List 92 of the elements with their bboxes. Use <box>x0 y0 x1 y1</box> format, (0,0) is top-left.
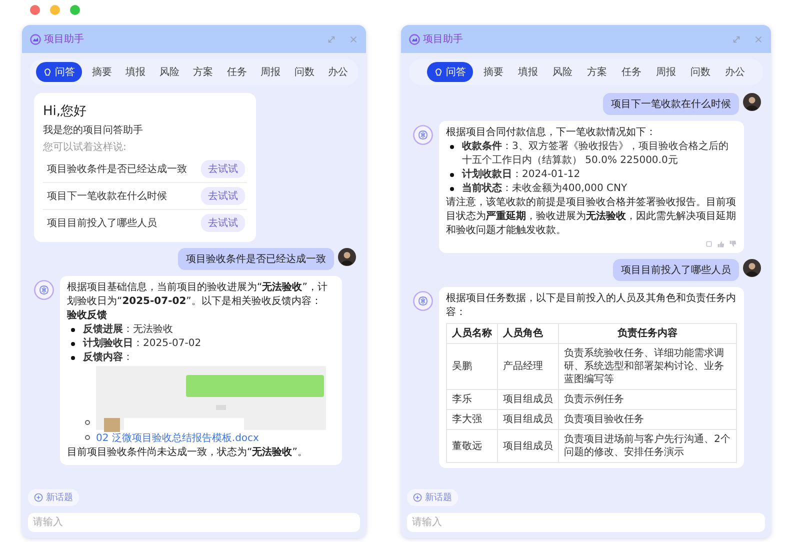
list-item: 收款条件：3、双方签署《验收报告》，项目验收合格之后的十五个工作日内（结算款） 50.0% 225000.0元 <box>462 140 730 168</box>
bullet-dot <box>450 187 454 191</box>
table-header-cell: 人员角色 <box>498 324 558 344</box>
assistant-avatar-icon <box>413 125 433 145</box>
tab[interactable]: 办公 <box>324 62 352 82</box>
tab[interactable]: 方案 <box>583 62 611 82</box>
bullet-dot <box>71 328 75 332</box>
table-header-cell: 人员名称 <box>446 324 498 344</box>
tab[interactable]: 任务 <box>618 62 646 82</box>
logo-icon <box>409 34 420 44</box>
window-zoom-button[interactable] <box>70 5 80 15</box>
greeting-text: Hi,您好 <box>43 103 88 120</box>
try-button[interactable]: 去试试 <box>201 187 245 205</box>
table-cell: 负责项目进场前与客户先行沟通、2个问题的修改、安排任务演示 <box>558 430 736 462</box>
suggestion-text: 项目目前投入了哪些人员 <box>47 216 157 230</box>
suggestion-text: 项目验收条件是否已经达成一致 <box>47 162 187 176</box>
plus-icon <box>413 493 422 502</box>
bullet-dot <box>85 435 90 440</box>
answer-text: 根据项目合同付款信息，下一笔收款情况如下： <box>446 126 657 140</box>
close-icon[interactable] <box>349 34 358 44</box>
expand-icon[interactable] <box>327 34 336 44</box>
window-close-button[interactable] <box>30 5 40 15</box>
table-cell: 吴鹏 <box>446 344 498 390</box>
hint-text: 您可以试着这样说: <box>43 140 128 154</box>
window-title: 项目助手 <box>44 32 84 46</box>
answer-text: 请注意，该笔收款的前提是项目验收合格并签署验收报告。目前项目状态为严重延期，验收进展为无法验收，因此需先解决项目延期和验收问题才能触发收款。 <box>446 196 737 238</box>
attachment-link[interactable]: 02 泛微项目验收总结报告模板.docx <box>96 431 259 445</box>
expand-icon[interactable] <box>732 34 741 44</box>
tab[interactable]: 风险 <box>548 62 576 82</box>
bullet-dot <box>450 145 454 149</box>
avatar-icon <box>743 259 761 277</box>
tab[interactable]: 摘要 <box>88 62 116 82</box>
window-minimize-button[interactable] <box>50 5 60 15</box>
table-cell: 项目组成员 <box>498 390 558 410</box>
tab[interactable]: 问数 <box>290 62 318 82</box>
avatar-icon <box>743 93 761 111</box>
table-cell: 李大强 <box>446 410 498 430</box>
table-cell: 负责系统验收任务、详细功能需求调研、系统选型和部署架构讨论、业务蓝图编写等 <box>558 344 736 390</box>
table-cell: 项目组成员 <box>498 410 558 430</box>
table-cell: 董敬远 <box>446 430 498 462</box>
avatar-icon <box>338 248 356 266</box>
tab[interactable]: 摘要 <box>480 62 508 82</box>
list-item: 反馈进展：无法验收 <box>83 323 173 337</box>
user-message: 项目目前投入了哪些人员 <box>613 259 739 281</box>
tab[interactable]: 问答 <box>36 62 82 82</box>
table-cell: 负责示例任务 <box>558 390 736 410</box>
answer-text: 根据项目任务数据，以下是目前投入的人员及其角色和负责任务内容： <box>446 292 737 320</box>
bullet-dot <box>85 420 90 425</box>
tab[interactable]: 填报 <box>122 62 150 82</box>
list-item: 计划验收日：2025-07-02 <box>83 337 202 351</box>
list-item: 反馈内容： <box>83 351 133 365</box>
logo-icon <box>30 34 41 44</box>
answer-text: 目前项目验收条件尚未达成一致，状态为“无法验收”。 <box>67 446 308 460</box>
suggestion-text: 项目下一笔收款在什么时候 <box>47 190 167 203</box>
lightbulb-icon <box>43 68 52 76</box>
lightbulb-icon <box>434 68 443 76</box>
close-icon[interactable] <box>754 34 763 44</box>
user-message: 项目验收条件是否已经达成一致 <box>178 248 334 270</box>
bullet-dot <box>71 356 75 360</box>
list-item: 当前状态：未收金额为400,000 CNY <box>462 182 628 196</box>
tab[interactable]: 周报 <box>256 62 284 82</box>
message-input-field[interactable]: 请输入 <box>407 513 765 532</box>
tab[interactable]: 周报 <box>652 62 680 82</box>
table-cell: 产品经理 <box>498 344 558 390</box>
table-header-cell: 负责任务内容 <box>558 324 736 344</box>
answer-text: 根据项目基础信息，当前项目的验收进展为“无法验收”，计划验收日为“2025-07-02”。以下是相关验收反馈内容： <box>67 281 328 309</box>
thumbs-down-icon[interactable] <box>729 240 737 248</box>
table-cell: 负责项目验收任务 <box>558 410 736 430</box>
tab[interactable]: 填报 <box>514 62 542 82</box>
window-title: 项目助手 <box>423 32 463 46</box>
tab[interactable]: 方案 <box>189 62 217 82</box>
table-cell: 李乐 <box>446 390 498 410</box>
assistant-avatar-icon <box>413 291 433 311</box>
user-message: 项目下一笔收款在什么时候 <box>603 93 739 115</box>
tab[interactable]: 风险 <box>155 62 184 82</box>
assistant-avatar-icon <box>34 280 54 300</box>
tab[interactable]: 办公 <box>721 62 749 82</box>
tab[interactable]: 问数 <box>686 62 714 82</box>
tab[interactable]: 任务 <box>222 62 251 82</box>
intro-text: 我是您的项目问答助手 <box>43 124 144 137</box>
plus-icon <box>34 493 43 502</box>
try-button[interactable]: 去试试 <box>201 214 245 232</box>
message-input-field[interactable]: 请输入 <box>28 513 360 532</box>
bullet-dot <box>450 173 454 177</box>
thumbs-up-icon[interactable] <box>717 240 725 248</box>
copy-icon[interactable] <box>705 240 713 248</box>
table-cell: 项目组成员 <box>498 430 558 462</box>
list-item: 计划收款日：2024-01-12 <box>462 168 580 182</box>
bullet-dot <box>71 342 75 346</box>
tab[interactable]: 问答 <box>427 62 473 82</box>
section-heading: 验收反馈 <box>67 309 108 323</box>
try-button[interactable]: 去试试 <box>201 160 245 178</box>
